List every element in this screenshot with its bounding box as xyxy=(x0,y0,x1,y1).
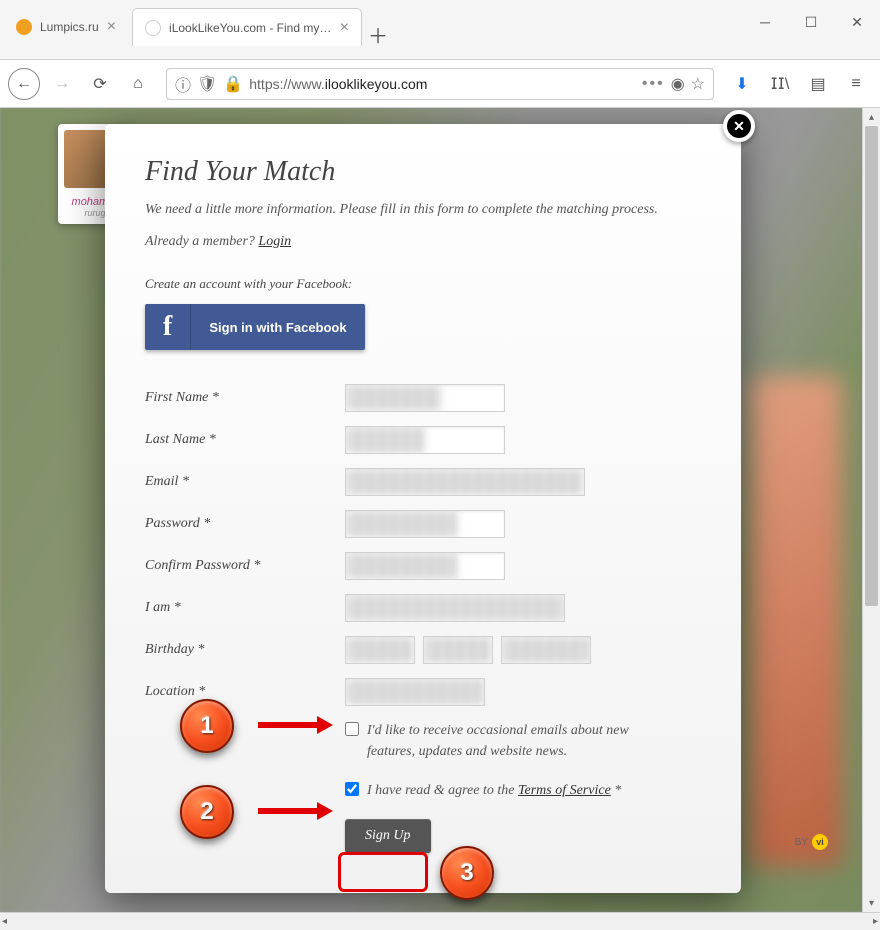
label-last-name: Last Name * xyxy=(145,432,345,448)
member-prompt: Already a member? Login xyxy=(145,234,701,250)
close-window-button[interactable]: ✕ xyxy=(834,6,880,38)
first-name-input[interactable] xyxy=(345,384,505,412)
browser-titlebar: Lumpics.ru × iLookLikeYou.com - Find my … xyxy=(0,0,880,60)
tab-title: Lumpics.ru xyxy=(40,20,99,34)
birthday-year-select[interactable] xyxy=(501,636,591,664)
facebook-signin-button[interactable]: f Sign in with Facebook xyxy=(145,304,365,350)
terms-checkbox[interactable] xyxy=(345,782,359,796)
url-text: https://www.ilooklikeyou.com xyxy=(249,76,427,92)
scrollbar-thumb[interactable] xyxy=(865,126,878,606)
label-password: Password * xyxy=(145,516,345,532)
window-controls: ─ ☐ ✕ xyxy=(742,6,880,38)
ad-banner xyxy=(750,376,842,866)
scroll-right-icon[interactable]: ▸ xyxy=(873,916,878,927)
signup-modal: ✕ Find Your Match We need a little more … xyxy=(105,124,741,893)
annotation-arrow-1 xyxy=(258,722,318,728)
minimize-button[interactable]: ─ xyxy=(742,6,788,38)
bookmark-star-icon[interactable]: ☆ xyxy=(691,74,705,94)
sidebar-button[interactable]: ▤ xyxy=(802,68,834,100)
more-icon[interactable]: ••• xyxy=(642,75,665,93)
password-input[interactable] xyxy=(345,510,505,538)
tab-ilooklikeyou[interactable]: iLookLikeYou.com - Find my lo × xyxy=(132,8,362,46)
terms-link[interactable]: Terms of Service xyxy=(518,783,611,798)
maximize-button[interactable]: ☐ xyxy=(788,6,834,38)
navbar: ← → ⟳ ⌂ ⓘ 🛡 🔒 https://www.ilooklikeyou.c… xyxy=(0,60,880,108)
terms-checkbox-label: I have read & agree to the Terms of Serv… xyxy=(367,780,621,801)
library-button[interactable]: 𝖨𝖨\ xyxy=(764,68,796,100)
back-button[interactable]: ← xyxy=(8,68,40,100)
label-confirm-password: Confirm Password * xyxy=(145,558,345,574)
emails-checkbox[interactable] xyxy=(345,722,359,736)
lock-icon: 🔒 xyxy=(223,74,243,94)
annotation-badge-2: 2 xyxy=(180,785,234,839)
tab-favicon xyxy=(16,19,32,35)
tab-title: iLookLikeYou.com - Find my lo xyxy=(169,21,332,35)
shield-icon: 🛡 xyxy=(197,74,217,94)
tab-favicon xyxy=(145,20,161,36)
label-birthday: Birthday * xyxy=(145,642,345,658)
facebook-label: Create an account with your Facebook: xyxy=(145,276,701,292)
forward-button[interactable]: → xyxy=(46,68,78,100)
label-location: Location * xyxy=(145,684,345,700)
url-bar[interactable]: ⓘ 🛡 🔒 https://www.ilooklikeyou.com ••• ◉… xyxy=(166,68,714,100)
scroll-down-icon[interactable]: ▾ xyxy=(863,894,880,912)
confirm-password-input[interactable] xyxy=(345,552,505,580)
new-tab-button[interactable]: ＋ xyxy=(362,18,394,50)
facebook-icon: f xyxy=(145,304,191,350)
location-input[interactable] xyxy=(345,678,485,706)
vi-icon: vi xyxy=(812,834,828,850)
modal-subtitle: We need a little more information. Pleas… xyxy=(145,202,701,218)
close-icon: ✕ xyxy=(727,114,751,138)
birthday-month-select[interactable] xyxy=(345,636,415,664)
modal-title: Find Your Match xyxy=(145,156,701,188)
modal-close-button[interactable]: ✕ xyxy=(723,110,755,142)
label-first-name: First Name * xyxy=(145,390,345,406)
close-icon[interactable]: × xyxy=(340,19,349,37)
signup-button[interactable]: Sign Up xyxy=(345,819,431,853)
menu-button[interactable]: ≡ xyxy=(840,68,872,100)
annotation-badge-1: 1 xyxy=(180,699,234,753)
tab-strip: Lumpics.ru × iLookLikeYou.com - Find my … xyxy=(0,8,742,46)
login-link[interactable]: Login xyxy=(258,234,291,249)
page-content: mohamed rurugi BY vi ✕ Find Your Match W… xyxy=(0,108,880,912)
annotation-badge-3: 3 xyxy=(440,846,494,900)
downloads-button[interactable]: ⬇ xyxy=(726,68,758,100)
ad-attribution: BY vi xyxy=(795,834,828,850)
annotation-arrow-2 xyxy=(258,808,318,814)
scroll-up-icon[interactable]: ▴ xyxy=(863,108,880,126)
facebook-button-label: Sign in with Facebook xyxy=(191,320,365,335)
horizontal-scrollbar[interactable]: ◂ ▸ xyxy=(0,912,880,930)
birthday-day-select[interactable] xyxy=(423,636,493,664)
home-button[interactable]: ⌂ xyxy=(122,68,154,100)
label-email: Email * xyxy=(145,474,345,490)
scroll-left-icon[interactable]: ◂ xyxy=(2,916,7,927)
info-icon: ⓘ xyxy=(175,72,191,96)
reload-button[interactable]: ⟳ xyxy=(84,68,116,100)
email-input[interactable] xyxy=(345,468,585,496)
label-i-am: I am * xyxy=(145,600,345,616)
vertical-scrollbar[interactable]: ▴ ▾ xyxy=(862,108,880,912)
gender-select[interactable] xyxy=(345,594,565,622)
last-name-input[interactable] xyxy=(345,426,505,454)
tab-lumpics[interactable]: Lumpics.ru × xyxy=(4,8,128,46)
permission-icon[interactable]: ◉ xyxy=(671,74,685,94)
emails-checkbox-label: I'd like to receive occasional emails ab… xyxy=(367,720,647,762)
close-icon[interactable]: × xyxy=(107,18,116,36)
